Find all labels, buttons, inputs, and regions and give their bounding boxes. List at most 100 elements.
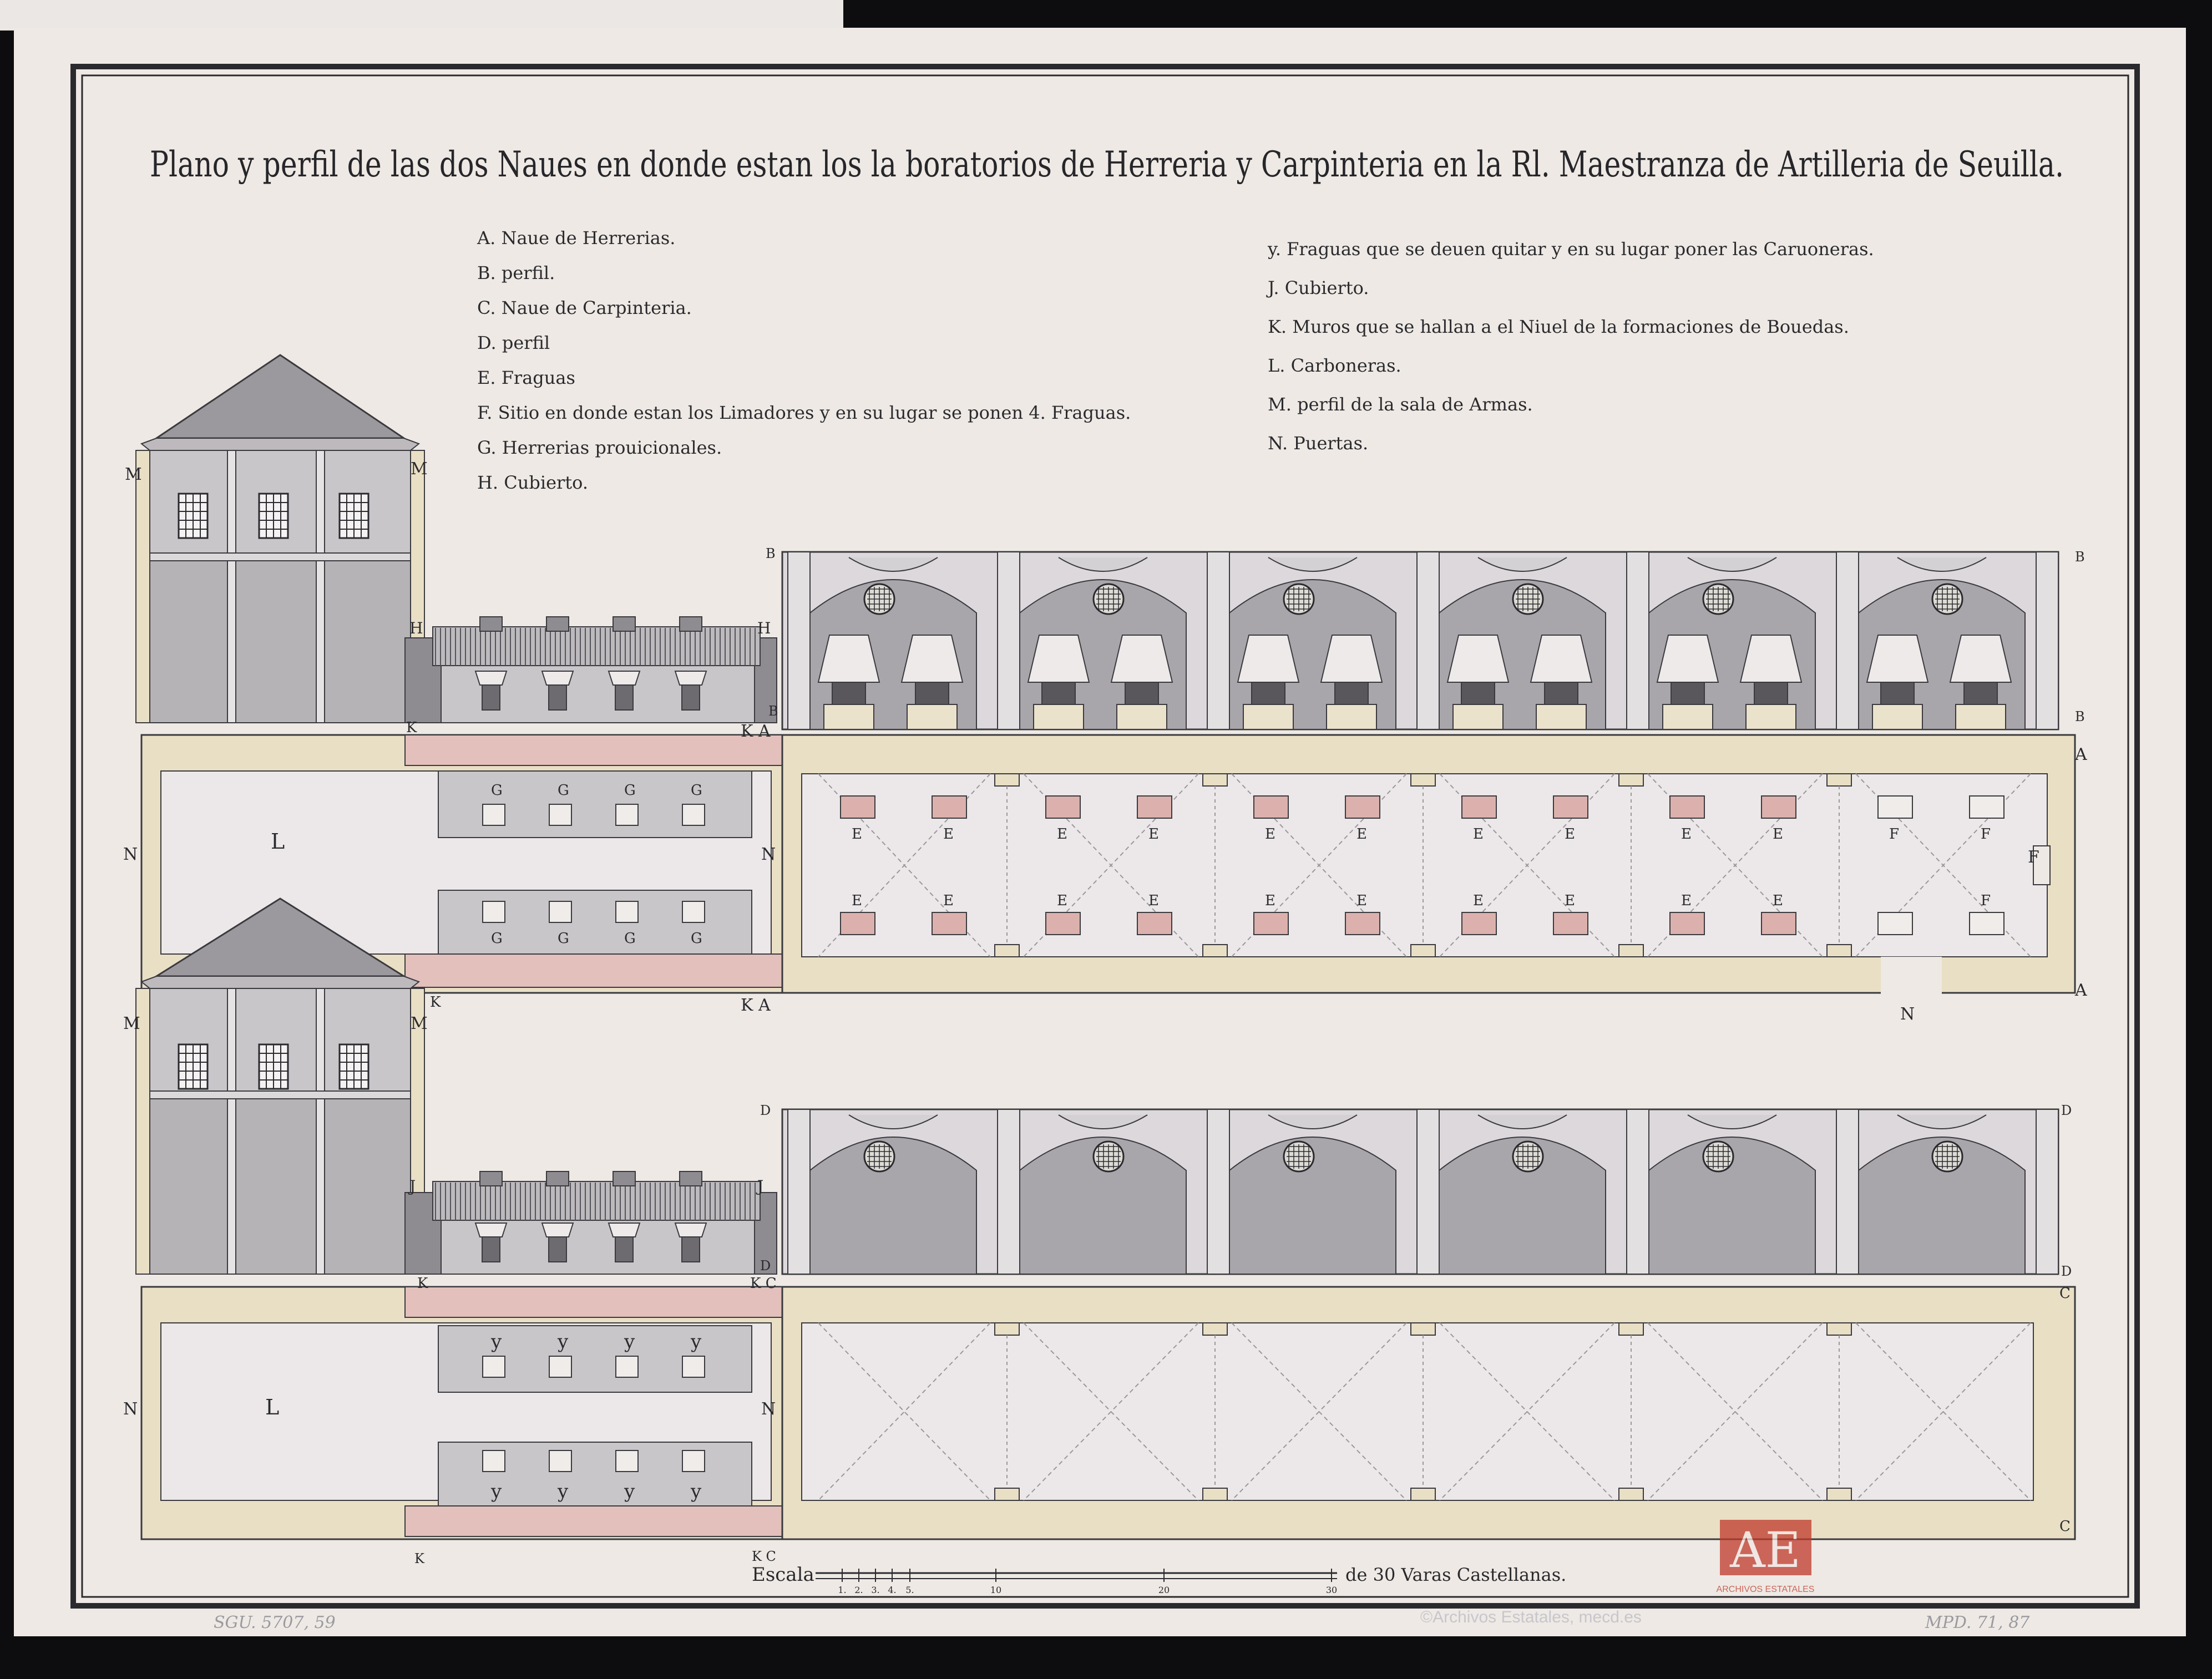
legend-entry: E. Fraguas bbox=[477, 367, 575, 388]
forge-plan bbox=[1461, 912, 1497, 935]
barred-window bbox=[338, 1043, 369, 1090]
legend-entry: B. perfil. bbox=[477, 262, 555, 283]
letter-label: F bbox=[1889, 826, 1899, 843]
fragua-a-quitar bbox=[682, 1450, 705, 1472]
fragua-a-quitar bbox=[549, 1356, 572, 1378]
barred-window bbox=[258, 493, 289, 539]
fragua-a-quitar bbox=[482, 1450, 505, 1472]
letter-label: E bbox=[1681, 826, 1692, 843]
scale-tick-label: 4. bbox=[888, 1585, 896, 1595]
letter-label: L bbox=[271, 829, 285, 854]
letter-label: M bbox=[411, 459, 428, 479]
legend-entry: C. Naue de Carpinteria. bbox=[477, 297, 692, 318]
forge-hood bbox=[1237, 635, 1300, 730]
letter-label: G bbox=[691, 930, 702, 947]
forge-plan bbox=[1877, 795, 1913, 819]
letter-label: B bbox=[2075, 549, 2085, 565]
forge-plan bbox=[1877, 912, 1913, 935]
herreria-provicional bbox=[482, 901, 505, 923]
forge-plan bbox=[932, 912, 967, 935]
forge-plan bbox=[1253, 795, 1289, 819]
forge-plan bbox=[932, 795, 967, 819]
letter-label: y bbox=[557, 1331, 569, 1353]
letter-label: y bbox=[624, 1480, 635, 1503]
letter-label: G bbox=[558, 930, 569, 947]
forge-plan bbox=[1345, 795, 1380, 819]
barred-window bbox=[258, 1043, 289, 1090]
letter-label: E bbox=[852, 892, 862, 909]
letter-label: K A bbox=[741, 996, 771, 1015]
letter-label: D bbox=[760, 1103, 771, 1118]
forge-hood bbox=[1320, 635, 1383, 730]
forge-plan bbox=[1345, 912, 1380, 935]
barred-window bbox=[338, 493, 369, 539]
letter-label: E bbox=[1773, 892, 1783, 909]
plan-nave-carpinteria bbox=[140, 1286, 2076, 1540]
forge-plan bbox=[1045, 795, 1081, 819]
forge-plan bbox=[1969, 912, 2005, 935]
letter-label: E bbox=[1057, 826, 1067, 843]
letter-label: E bbox=[943, 826, 954, 843]
forge-plan bbox=[1761, 912, 1796, 935]
top-left-scan-strip bbox=[0, 0, 843, 31]
herreria-provicional bbox=[615, 804, 639, 826]
letter-label: E bbox=[1057, 892, 1067, 909]
letter-label: F bbox=[1981, 892, 1991, 909]
legend-entry: H. Cubierto. bbox=[477, 472, 588, 493]
forge-plan bbox=[840, 795, 875, 819]
letter-label: G bbox=[558, 782, 569, 799]
letter-label: y bbox=[624, 1331, 635, 1353]
forge-hood bbox=[1739, 635, 1803, 730]
letter-label: A bbox=[2074, 981, 2087, 1000]
armas-windows bbox=[178, 1043, 369, 1090]
legend-entry: J. Cubierto. bbox=[1266, 277, 1369, 298]
herreria-provicional bbox=[682, 804, 705, 826]
letter-label: N bbox=[761, 845, 776, 864]
fragua-a-quitar bbox=[615, 1356, 639, 1378]
letter-label: y bbox=[490, 1480, 502, 1503]
forge-plan bbox=[1553, 795, 1588, 819]
forge-plan bbox=[1669, 795, 1705, 819]
letter-label: E bbox=[1773, 826, 1783, 843]
archival-drawing: Plano y perfil de las dos Naues en donde… bbox=[0, 0, 2212, 1679]
scale-tick-label: 3. bbox=[871, 1585, 879, 1595]
forge-hood bbox=[817, 635, 880, 730]
legend-entry: M. perfil de la sala de Armas. bbox=[1268, 394, 1533, 415]
letter-label: M bbox=[123, 1014, 140, 1033]
letter-label: E bbox=[1681, 892, 1692, 909]
letter-label: D bbox=[2061, 1264, 2072, 1279]
scale-tick-label: 30 bbox=[1326, 1585, 1337, 1595]
archive-ref-left: SGU. 5707, 59 bbox=[214, 1613, 336, 1632]
letter-label: K bbox=[417, 1275, 428, 1292]
letter-label: F bbox=[2028, 848, 2039, 867]
fragua-a-quitar bbox=[682, 1356, 705, 1378]
letter-label: B bbox=[2075, 709, 2085, 724]
fragua-a-quitar bbox=[482, 1356, 505, 1378]
letter-label: E bbox=[1265, 892, 1275, 909]
forge-hood bbox=[1949, 635, 2012, 730]
letter-label: E bbox=[1356, 826, 1367, 843]
letter-label: y bbox=[690, 1331, 702, 1353]
scale-tick-label: 10 bbox=[990, 1585, 1001, 1595]
letter-label: C bbox=[2059, 1518, 2071, 1535]
letter-label: K A bbox=[741, 722, 771, 741]
forge-plan bbox=[1553, 912, 1588, 935]
herreria-provicional bbox=[615, 901, 639, 923]
legend-entry: N. Puertas. bbox=[1268, 433, 1368, 454]
letter-label: D bbox=[760, 1258, 771, 1274]
herreria-provicional bbox=[682, 901, 705, 923]
forge-hood bbox=[1866, 635, 1929, 730]
legend-entry: D. perfil bbox=[477, 332, 550, 353]
letter-label: H bbox=[409, 619, 423, 637]
letter-label: N bbox=[1900, 1005, 1915, 1024]
scale-tick-label: 2. bbox=[854, 1585, 863, 1595]
forge-plan bbox=[1461, 795, 1497, 819]
letter-label: N bbox=[761, 1399, 776, 1419]
letter-label: K bbox=[406, 719, 417, 736]
herreria-provicional bbox=[482, 804, 505, 826]
letter-label: E bbox=[1473, 826, 1484, 843]
letter-label: E bbox=[1148, 826, 1159, 843]
letter-label: N bbox=[123, 1399, 138, 1419]
letter-label: G bbox=[624, 930, 636, 947]
letter-label: K bbox=[430, 994, 441, 1011]
